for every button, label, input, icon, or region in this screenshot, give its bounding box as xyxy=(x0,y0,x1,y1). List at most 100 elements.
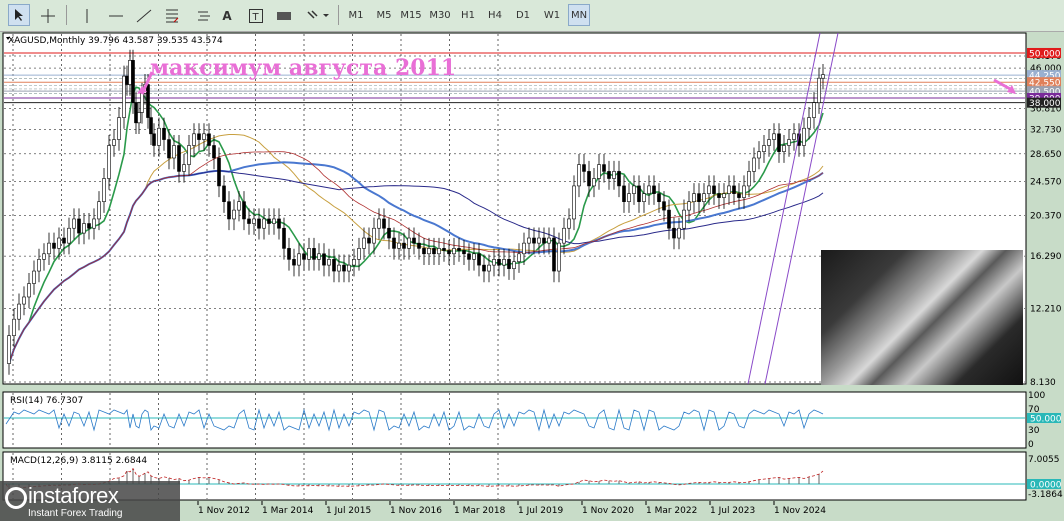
arrows-dropdown-button[interactable] xyxy=(302,4,332,26)
rectangle-button[interactable] xyxy=(272,4,294,26)
candle-body xyxy=(247,218,251,224)
candle-body xyxy=(537,237,541,244)
candle-body xyxy=(757,151,761,159)
candle-body xyxy=(807,117,811,129)
horizontal-line-button[interactable] xyxy=(104,4,124,26)
candle-body xyxy=(737,193,741,198)
candle-body xyxy=(442,248,446,251)
candle-body xyxy=(137,112,141,124)
candle-body xyxy=(372,227,376,244)
svg-text:T: T xyxy=(252,12,260,23)
candle-body xyxy=(62,237,66,244)
price-axis-label: 12.210 xyxy=(1030,304,1062,314)
candle-body xyxy=(727,185,731,194)
candle-body xyxy=(297,253,301,266)
candle-body xyxy=(447,250,451,255)
rsi-axis-label: 100 xyxy=(1028,391,1045,401)
timeframe-m1[interactable]: M1 xyxy=(344,4,368,26)
chart-header: XAGUSD,Monthly 39.796 43.587 39.535 43.5… xyxy=(8,36,223,46)
timeframe-w1[interactable]: W1 xyxy=(540,4,564,26)
trend-line-icon xyxy=(136,9,152,23)
candle-body xyxy=(497,259,501,266)
text-label-button[interactable]: T xyxy=(244,4,266,26)
candle-body xyxy=(712,185,716,194)
candle-body xyxy=(267,218,271,224)
candle-body xyxy=(637,185,641,202)
candle-body xyxy=(457,248,461,251)
candle-body xyxy=(87,223,91,229)
candle-body xyxy=(512,261,516,269)
candle-body xyxy=(527,237,531,244)
candle-body xyxy=(697,193,701,202)
price-level-label: 50.000 xyxy=(1029,49,1061,59)
price-axis-label: 16.290 xyxy=(1030,252,1062,262)
instaforex-logo-icon xyxy=(5,487,27,509)
cursor-tool-button[interactable] xyxy=(8,4,30,26)
candle-body xyxy=(149,117,153,135)
channel-button[interactable] xyxy=(192,4,212,26)
rsi-level-label: 50.000 xyxy=(1030,415,1062,425)
timeframe-m30[interactable]: M30 xyxy=(427,4,453,26)
candle-body xyxy=(277,218,281,229)
rsi-pane[interactable] xyxy=(2,391,1027,449)
candle-body xyxy=(227,201,231,220)
time-axis-label: 1 Nov 2012 xyxy=(198,506,250,516)
time-axis-label: 1 Jul 2023 xyxy=(710,506,755,516)
candle-body xyxy=(302,253,306,260)
candle-body xyxy=(747,171,751,187)
candle-body xyxy=(237,201,241,211)
fibonacci-button[interactable] xyxy=(160,4,182,26)
candle-body xyxy=(92,218,96,229)
candle-body xyxy=(131,60,135,103)
candle-body xyxy=(422,248,426,255)
price-axis-label: 32.730 xyxy=(1030,126,1062,136)
candle-body xyxy=(257,218,261,229)
candle-body xyxy=(487,264,491,272)
timeframe-d1[interactable]: D1 xyxy=(512,4,534,26)
rsi-axis-label: 0 xyxy=(1028,440,1034,450)
candle-body xyxy=(722,193,726,198)
cursor-icon xyxy=(15,9,23,21)
candle-body xyxy=(777,133,781,152)
candle-body xyxy=(327,259,331,266)
candle-body xyxy=(182,164,186,172)
candle-body xyxy=(322,253,326,266)
timeframe-m5[interactable]: M5 xyxy=(372,4,396,26)
candle-body xyxy=(437,248,441,255)
candle-body xyxy=(532,237,536,244)
candle-body xyxy=(77,218,81,234)
trend-line-button[interactable] xyxy=(132,4,152,26)
timeframe-m15[interactable]: M15 xyxy=(398,4,424,26)
timeframe-mn[interactable]: MN xyxy=(568,4,590,26)
logo-name: instaforex xyxy=(28,483,119,508)
candle-body xyxy=(17,303,21,320)
candle-body xyxy=(134,102,138,124)
candle-body xyxy=(642,193,646,202)
candle-body xyxy=(337,264,341,272)
price-axis-label: 24.570 xyxy=(1030,178,1062,188)
candle-body xyxy=(647,185,651,194)
candle-body xyxy=(37,259,41,272)
timeframe-h1[interactable]: H1 xyxy=(457,4,479,26)
candle-body xyxy=(252,218,256,224)
candle-body xyxy=(467,253,471,260)
timeframe-h4[interactable]: H4 xyxy=(484,4,506,26)
candle-body xyxy=(128,60,132,85)
candle-body xyxy=(112,139,116,146)
candle-body xyxy=(342,264,346,272)
crosshair-tool-button[interactable] xyxy=(36,4,58,26)
text-tool-button[interactable]: A xyxy=(218,4,236,26)
candle-body xyxy=(692,193,696,202)
candle-body xyxy=(272,218,276,224)
vertical-line-button[interactable] xyxy=(76,4,96,26)
candle-body xyxy=(367,237,371,244)
candle-body xyxy=(522,242,526,255)
candle-body xyxy=(667,209,671,229)
time-axis-label: 1 Jul 2019 xyxy=(518,506,563,516)
candle-body xyxy=(622,185,626,202)
candle-body xyxy=(577,164,581,187)
candle-body xyxy=(197,133,201,140)
candle-body xyxy=(582,164,586,172)
candle-body xyxy=(82,223,86,234)
candle-body xyxy=(377,218,381,229)
